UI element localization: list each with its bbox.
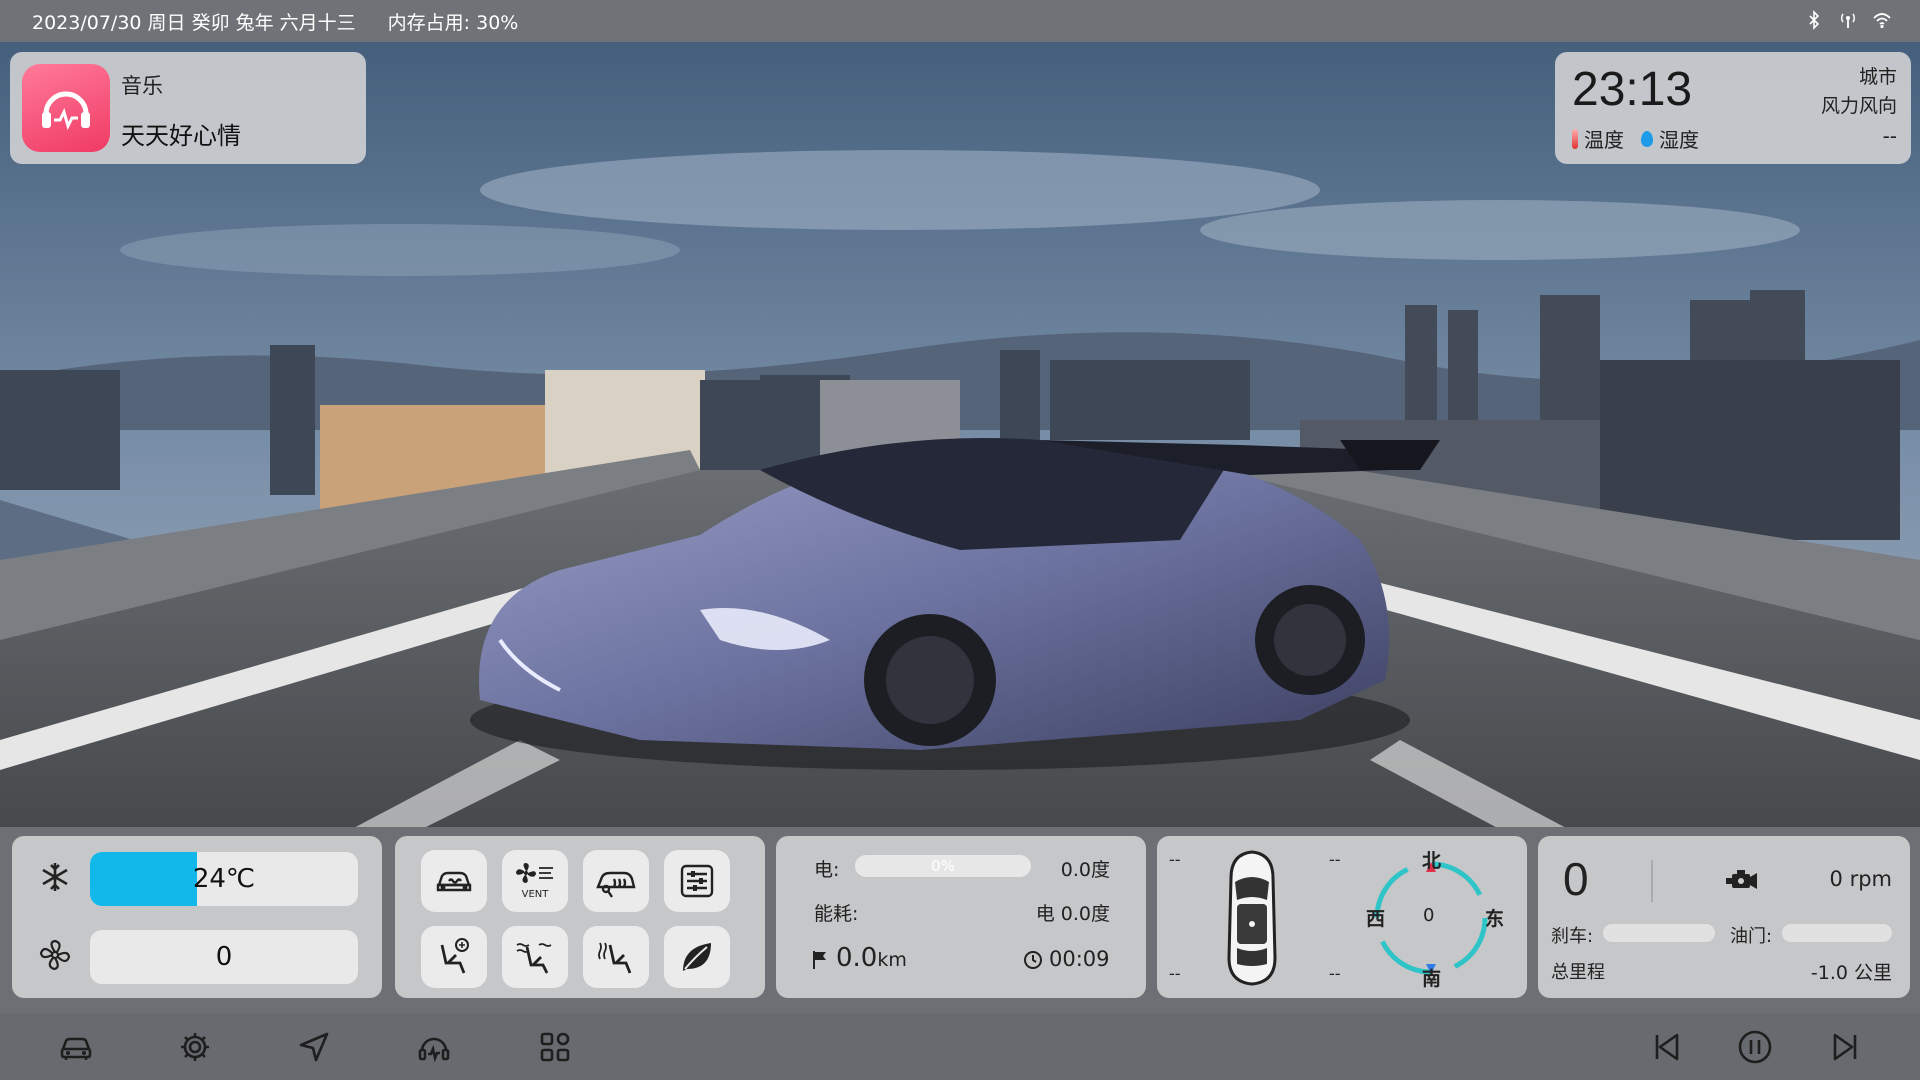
settings-button[interactable] [175,1027,215,1067]
next-track-icon [1833,1033,1857,1061]
electric-label: 电: [814,859,840,881]
music-app-icon[interactable] [22,64,110,152]
music-button[interactable] [414,1027,454,1067]
clock-weather-widget[interactable]: 23:13 城市 风力风向 温度 湿度 -- [1555,52,1911,164]
status-bar: 2023/07/30 周日 癸卯 兔年 六月十三 内存占用: 30% [0,0,1920,42]
climate-buttons-card: VENT [395,836,765,998]
apps-grid-icon [540,1032,570,1062]
tire-rear-left: -- [1169,964,1181,983]
tire-front-left: -- [1169,850,1181,869]
tire-front-right: -- [1329,850,1341,869]
bluetooth-icon [1804,10,1824,35]
fan-vent-icon: VENT [516,863,553,900]
date-text: 2023/07/30 周日 癸卯 兔年 六月十三 [32,11,356,34]
brake-label: 刹车: [1551,926,1594,947]
music-source-label: 音乐 [121,74,163,98]
odometer-value: -1.0 公里 [1810,962,1892,984]
compass-west: 西 [1366,908,1386,930]
trip-distance: 0.0km [836,943,907,973]
memory-usage-text: 内存占用: 30% [387,11,519,34]
electric-value: 0.0度 [1060,859,1110,881]
weather-value: -- [1882,124,1897,148]
compass-south: 南 [1422,968,1442,990]
city-label: 城市 [1858,66,1897,88]
humidity-label: 湿度 [1641,124,1699,153]
sliders-icon [680,864,714,898]
engine-card: 0 0 rpm 刹车: 油门: 总里程 -1.0 公里 [1538,836,1910,998]
pause-button[interactable] [1735,1027,1775,1067]
odometer-label: 总里程 [1551,962,1605,983]
gear-icon [181,1033,209,1061]
vent-button[interactable]: VENT [502,850,568,912]
car-button[interactable] [56,1027,96,1067]
divider [1651,860,1653,902]
tire-rear-right: -- [1329,964,1341,983]
engine-icon [1726,870,1757,889]
clock-icon [1024,951,1042,969]
thermometer-icon [1572,128,1578,149]
flag-icon [813,951,826,969]
pause-icon [1738,1030,1772,1064]
fan-speed-control[interactable]: 0 [90,930,358,984]
temperature-slider[interactable]: 24℃ [90,852,358,906]
seat-heat-lower-button[interactable] [583,926,649,988]
seat-heat-upper-button[interactable] [421,926,487,988]
previous-track-button[interactable] [1646,1027,1686,1067]
consumption-value: 电 0.0度 [1035,903,1110,925]
seat-heat-both-button[interactable] [502,926,568,988]
leaf-icon [683,943,711,971]
bottom-nav-bar [0,1013,1920,1080]
seat-airflow-lower-icon [598,942,632,974]
rpm-value: 0 rpm [1829,867,1892,891]
previous-track-icon [1655,1033,1679,1061]
throttle-bar [1782,924,1892,942]
vehicle-status-card: -- -- -- -- 北 南 西 东 0 [1157,836,1527,998]
battery-percent: 0% [931,857,955,875]
car-top-view-icon [1227,850,1277,986]
brake-bar [1603,924,1715,942]
navigation-arrow-icon [299,1032,329,1062]
water-drop-icon [1641,130,1653,147]
settings-sliders-button[interactable] [664,850,730,912]
throttle-label: 油门: [1730,926,1773,947]
status-icons [1804,10,1892,35]
temperature-label: 温度 [1572,124,1624,153]
apps-button[interactable] [535,1027,575,1067]
music-song-title: 天天好心情 [121,122,241,150]
car-front-defrost-icon [436,871,472,892]
snowflake-icon [38,860,72,894]
trip-time: 00:09 [1049,947,1110,971]
signal-icon [1838,10,1858,35]
rear-defrost-button[interactable] [583,850,649,912]
rear-defrost-icon [596,871,636,898]
vent-label: VENT [522,889,550,900]
fan-icon [38,938,72,972]
wind-label: 风力风向 [1820,95,1897,117]
car-icon [60,1037,92,1060]
seat-airflow-both-icon [516,943,552,974]
seat-airflow-upper-icon [440,938,469,974]
compass-heading: 0 [1423,905,1435,926]
compass-east: 东 [1485,908,1505,930]
music-headphones-icon [418,1037,450,1063]
temperature-value: 24℃ [192,864,256,894]
compass-north: 北 [1422,850,1442,872]
fan-speed-value: 0 [215,942,233,972]
consumption-label: 能耗: [814,903,859,925]
clock-time: 23:13 [1572,63,1693,116]
energy-card: 电: 0% 0.0度 能耗: 电 0.0度 0.0km 00:09 [776,836,1146,998]
navigation-button[interactable] [294,1027,334,1067]
wifi-icon [1872,10,1892,35]
next-track-button[interactable] [1826,1027,1866,1067]
speed-value: 0 [1563,853,1589,905]
climate-card: 24℃ 0 [12,836,382,998]
battery-bar: 0% [855,855,1031,877]
eco-mode-button[interactable] [664,926,730,988]
front-defrost-button[interactable] [421,850,487,912]
